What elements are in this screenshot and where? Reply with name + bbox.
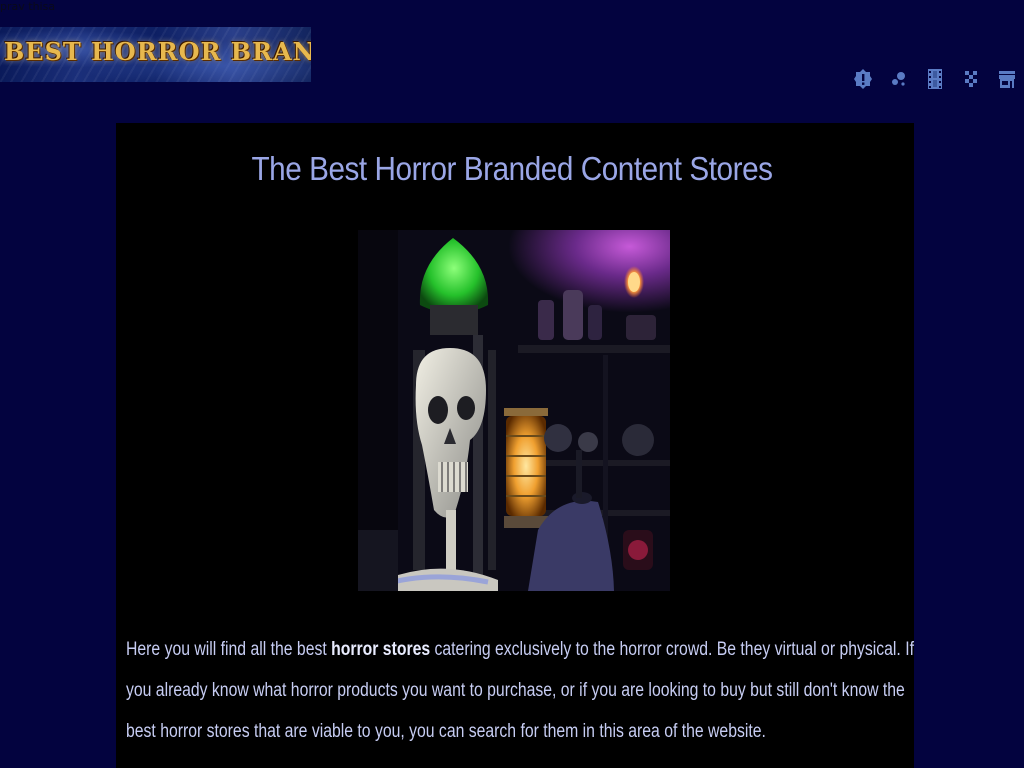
page: prav thisa Best Horror Branded Content: [0, 0, 1024, 768]
page-title: The Best Horror Branded Content Stores: [251, 150, 773, 187]
top-label: prav thisa: [0, 0, 56, 13]
header-nav: [854, 67, 1016, 91]
film-strip-icon[interactable]: [926, 67, 944, 91]
alert-badge-icon[interactable]: [854, 67, 872, 91]
intro-text-start: Here you will find all the best: [126, 639, 332, 660]
logo-text: Best Horror Branded Content: [4, 37, 311, 66]
intro-paragraph: Here you will find all the best horror s…: [126, 629, 915, 752]
checker-icon[interactable]: [962, 67, 980, 91]
intro-text-bold: horror stores: [331, 639, 431, 660]
hero-image: [358, 230, 670, 591]
site-logo[interactable]: Best Horror Branded Content: [0, 27, 311, 82]
skeleton-lantern-shop-icon: [358, 230, 670, 591]
store-icon[interactable]: [998, 67, 1016, 91]
location-dots-icon[interactable]: [890, 67, 908, 91]
